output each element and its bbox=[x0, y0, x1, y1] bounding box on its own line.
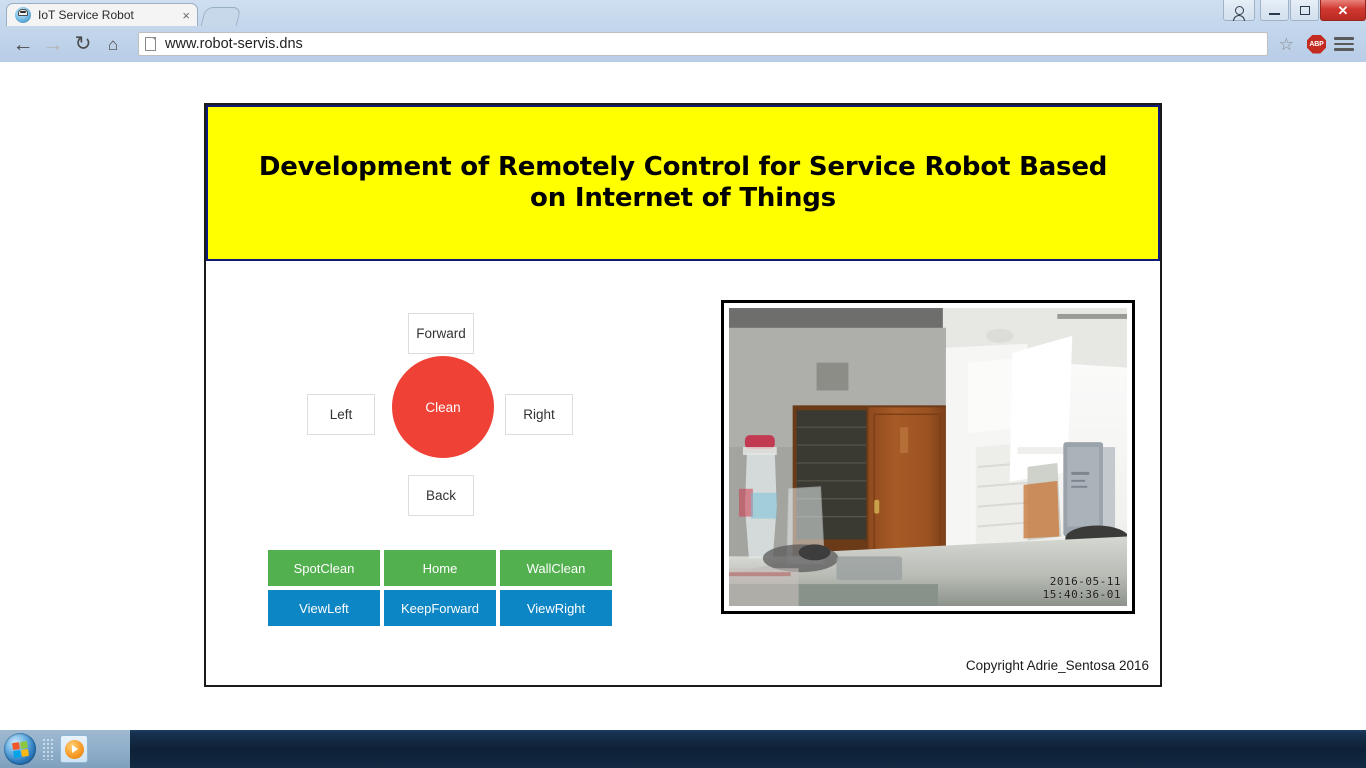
page-viewport: Development of Remotely Control for Serv… bbox=[0, 62, 1366, 730]
new-tab-button[interactable] bbox=[200, 7, 242, 26]
windows-taskbar bbox=[0, 730, 1366, 768]
back-button[interactable]: Back bbox=[408, 475, 474, 516]
hamburger-menu-icon[interactable] bbox=[1334, 34, 1354, 54]
reload-button[interactable]: ↻ bbox=[68, 29, 98, 59]
page-body: Forward Left Right Back Clean SpotClean … bbox=[206, 261, 1160, 685]
page-banner: Development of Remotely Control for Serv… bbox=[206, 105, 1160, 261]
taskbar-grip-handle[interactable] bbox=[42, 738, 54, 760]
minimize-icon bbox=[1269, 13, 1280, 15]
browser-toolbar: ← → ↻ ⌂ www.robot-servis.dns ☆ ABP bbox=[0, 26, 1366, 62]
page-icon bbox=[145, 37, 156, 51]
home-button[interactable]: Home bbox=[384, 550, 496, 586]
bookmark-star-icon[interactable]: ☆ bbox=[1274, 36, 1299, 53]
start-button[interactable] bbox=[4, 733, 36, 765]
camera-feed-image: 2016-05-11 15:40:36-01 bbox=[729, 308, 1127, 606]
tab-title: IoT Service Robot bbox=[38, 8, 134, 22]
forward-arrow-icon: → bbox=[42, 32, 64, 56]
forward-button[interactable]: Forward bbox=[408, 313, 474, 354]
keepforward-button[interactable]: KeepForward bbox=[384, 590, 496, 626]
back-button[interactable]: ← bbox=[8, 29, 38, 59]
page-title: Development of Remotely Control for Serv… bbox=[258, 152, 1108, 213]
forward-button[interactable]: → bbox=[38, 29, 68, 59]
page-container: Development of Remotely Control for Serv… bbox=[204, 103, 1162, 687]
wallclean-button[interactable]: WallClean bbox=[500, 550, 612, 586]
left-button[interactable]: Left bbox=[307, 394, 375, 435]
action-button-grid: SpotClean Home WallClean ViewLeft KeepFo… bbox=[268, 550, 612, 626]
url-text: www.robot-servis.dns bbox=[165, 36, 303, 52]
copyright-text: Copyright Adrie_Sentosa 2016 bbox=[965, 658, 1149, 673]
viewright-button[interactable]: ViewRight bbox=[500, 590, 612, 626]
right-button[interactable]: Right bbox=[505, 394, 573, 435]
robot-face-icon bbox=[15, 7, 31, 23]
home-button[interactable]: ⌂ bbox=[98, 29, 128, 59]
windows-logo-icon bbox=[11, 740, 29, 758]
play-icon bbox=[64, 739, 84, 759]
camera-timestamp: 2016-05-11 15:40:36-01 bbox=[1042, 575, 1121, 602]
clean-button[interactable]: Clean bbox=[392, 356, 494, 458]
viewleft-button[interactable]: ViewLeft bbox=[268, 590, 380, 626]
camera-timestamp-time: 15:40:36-01 bbox=[1042, 588, 1121, 602]
adblock-label: ABP bbox=[1309, 40, 1324, 48]
person-icon bbox=[1233, 5, 1245, 21]
minimize-button[interactable] bbox=[1260, 0, 1289, 21]
maximize-button[interactable] bbox=[1290, 0, 1319, 21]
close-icon[interactable]: × bbox=[179, 9, 193, 22]
browser-chrome: IoT Service Robot × ✕ ← → ↻ ⌂ www.robot-… bbox=[0, 0, 1366, 62]
address-bar[interactable]: www.robot-servis.dns bbox=[138, 32, 1268, 56]
tab-strip: IoT Service Robot × ✕ bbox=[0, 0, 1366, 26]
user-profile-button[interactable] bbox=[1223, 0, 1255, 21]
close-window-button[interactable]: ✕ bbox=[1320, 0, 1366, 21]
camera-scene bbox=[729, 308, 1127, 606]
maximize-icon bbox=[1299, 5, 1310, 15]
browser-tab[interactable]: IoT Service Robot × bbox=[6, 3, 198, 26]
window-controls: ✕ bbox=[1222, 0, 1366, 22]
adblock-plus-icon[interactable]: ABP bbox=[1307, 34, 1326, 54]
home-icon: ⌂ bbox=[107, 34, 119, 54]
camera-feed-frame: 2016-05-11 15:40:36-01 bbox=[721, 300, 1135, 614]
reload-icon: ↻ bbox=[74, 33, 92, 55]
back-arrow-icon: ← bbox=[12, 32, 34, 56]
media-player-taskbar-button[interactable] bbox=[60, 735, 88, 763]
close-icon: ✕ bbox=[1337, 2, 1349, 18]
spotclean-button[interactable]: SpotClean bbox=[268, 550, 380, 586]
taskbar-quick-launch bbox=[0, 730, 130, 768]
